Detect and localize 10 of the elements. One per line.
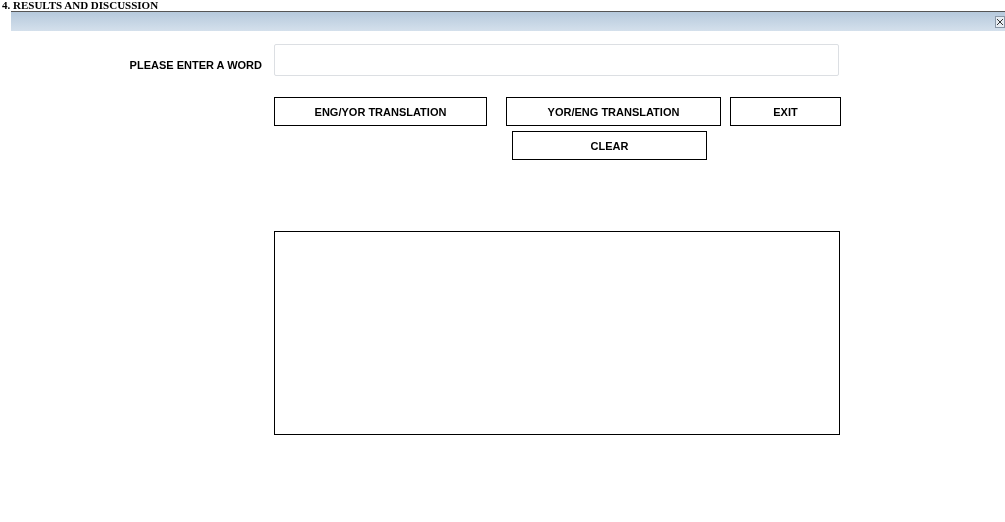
word-input-field[interactable] <box>274 44 839 76</box>
close-icon <box>997 18 1003 25</box>
output-box[interactable] <box>274 231 840 435</box>
heading: 4. RESULTS AND DISCUSSION <box>1 0 159 11</box>
translation-button[interactable]: ENG/YOR TRANSLATION <box>274 97 487 126</box>
translation-button[interactable]: YOR/ENG TRANSLATION <box>506 97 721 126</box>
close-button[interactable] <box>995 15 1005 28</box>
exit-button[interactable]: EXIT <box>730 97 841 126</box>
word-label: PLEASE ENTER A WORD <box>129 59 262 71</box>
clear-button[interactable]: CLEAR <box>512 131 707 160</box>
